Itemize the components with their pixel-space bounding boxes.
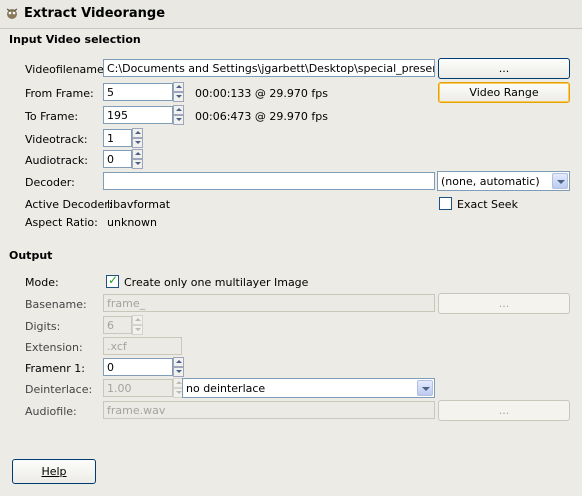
aspect-ratio-value: unknown	[107, 216, 157, 229]
exact-seek-checkbox[interactable]	[439, 197, 452, 210]
output-section-title: Output	[9, 249, 53, 262]
decoder-input[interactable]	[103, 172, 435, 190]
videofilename-browse-button[interactable]: ...	[438, 58, 570, 79]
from-frame-spinner[interactable]	[173, 82, 184, 102]
deinterlace-label: Deinterlace:	[25, 383, 93, 396]
chevron-down-icon[interactable]	[552, 173, 568, 189]
chevron-down-icon[interactable]	[417, 380, 433, 396]
audiofile-browse-button[interactable]: ...	[438, 400, 570, 421]
decoder-select[interactable]: (none, automatic)	[437, 171, 570, 191]
video-range-button[interactable]: Video Range	[438, 82, 570, 103]
deinterlace-select-value: no deinterlace	[186, 382, 266, 395]
active-decoder-value: libavformat	[107, 198, 171, 211]
to-frame-input[interactable]: 195	[103, 106, 173, 124]
framenr-input[interactable]: 0	[103, 358, 173, 376]
deinterlace-select[interactable]: no deinterlace	[182, 378, 435, 398]
active-decoder-label: Active Decoder:	[25, 198, 113, 211]
digits-label: Digits:	[25, 320, 61, 333]
audiotrack-label: Audiotrack:	[25, 154, 88, 167]
aspect-ratio-label: Aspect Ratio:	[25, 216, 98, 229]
help-button[interactable]: Help	[12, 459, 96, 484]
framenr-label: Framenr 1:	[25, 362, 85, 375]
multilayer-checkbox-label[interactable]: Create only one multilayer Image	[124, 276, 308, 289]
audiotrack-spinner[interactable]	[132, 149, 143, 169]
basename-label: Basename:	[25, 298, 87, 311]
exact-seek-label[interactable]: Exact Seek	[457, 198, 518, 211]
to-frame-label: To Frame:	[25, 110, 79, 123]
deinterlace-input[interactable]: 1.00	[103, 379, 173, 397]
audiofile-input[interactable]: frame.wav	[103, 401, 435, 419]
audiofile-label: Audiofile:	[25, 405, 77, 418]
window-title: Extract Videorange	[24, 6, 166, 21]
videotrack-spinner[interactable]	[132, 128, 143, 148]
videofilename-label: Videofilename:	[25, 63, 108, 76]
title-bar: Extract Videorange	[0, 0, 582, 29]
decoder-label: Decoder:	[25, 176, 75, 189]
from-frame-input[interactable]: 5	[103, 83, 173, 101]
videofilename-input[interactable]: C:\Documents and Settings\jgarbett\Deskt…	[103, 59, 435, 77]
videotrack-label: Videotrack:	[25, 133, 88, 146]
basename-input[interactable]: frame_	[103, 294, 435, 312]
digits-input[interactable]: 6	[103, 316, 132, 334]
input-section-title: Input Video selection	[9, 33, 141, 46]
videotrack-input[interactable]: 1	[103, 129, 132, 147]
digits-spinner[interactable]	[132, 315, 143, 335]
help-button-label: Help	[41, 465, 67, 478]
framenr-spinner[interactable]	[173, 357, 184, 377]
basename-browse-button[interactable]: ...	[438, 293, 570, 314]
to-frame-spinner[interactable]	[173, 105, 184, 125]
extension-input[interactable]: .xcf	[103, 337, 182, 355]
mode-label: Mode:	[25, 276, 59, 289]
multilayer-checkbox[interactable]	[106, 273, 119, 288]
extension-label: Extension:	[25, 341, 83, 354]
decoder-select-value: (none, automatic)	[441, 175, 540, 188]
from-frame-timecode: 00:00:133 @ 29.970 fps	[195, 87, 328, 100]
from-frame-label: From Frame:	[25, 87, 94, 100]
audiotrack-input[interactable]: 0	[103, 150, 132, 168]
to-frame-timecode: 00:06:473 @ 29.970 fps	[195, 110, 328, 123]
gimp-logo-icon	[6, 8, 18, 19]
